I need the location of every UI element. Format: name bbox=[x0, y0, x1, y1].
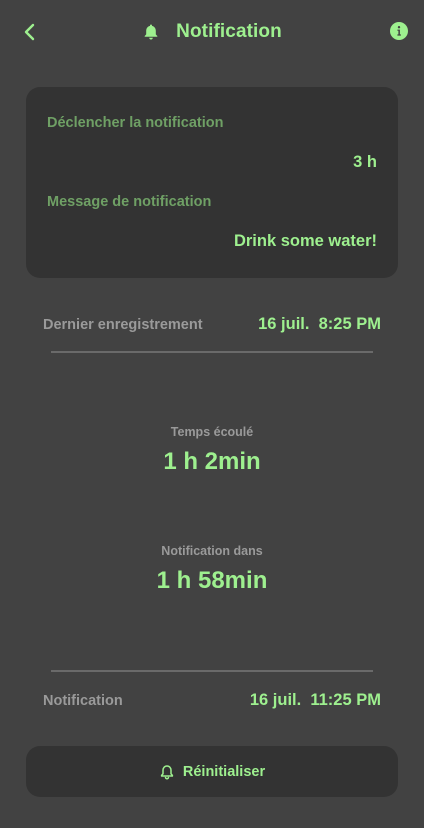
info-button[interactable] bbox=[390, 22, 408, 40]
reset-button-label: Réinitialiser bbox=[182, 763, 266, 780]
reset-button[interactable]: Réinitialiser bbox=[26, 746, 398, 797]
message-label: Message de notification bbox=[47, 194, 212, 210]
bell-icon bbox=[142, 23, 160, 41]
divider-top bbox=[51, 351, 373, 353]
elapsed-label: Temps écoulé bbox=[170, 425, 254, 439]
notification-settings-card[interactable]: Déclencher la notification 3 h Message d… bbox=[26, 87, 398, 278]
message-value[interactable]: Drink some water! bbox=[234, 232, 377, 251]
last-record-value: 16 juil. 8:25 PM bbox=[258, 315, 381, 333]
last-record-label: Dernier enregistrement bbox=[43, 317, 203, 333]
next-notification-row: Notification 16 juil. 11:25 PM bbox=[43, 691, 381, 710]
notify-in-label: Notification dans bbox=[161, 544, 263, 558]
divider-bottom bbox=[51, 670, 373, 672]
info-icon bbox=[397, 26, 401, 36]
page-title: Notification bbox=[176, 21, 282, 42]
header-title-group: Notification bbox=[0, 18, 424, 46]
next-notification-value: 16 juil. 11:25 PM bbox=[249, 691, 381, 709]
notify-in-block: Notification dans 1 h 58min bbox=[0, 544, 424, 595]
last-record-row: Dernier enregistrement 16 juil. 8:25 PM bbox=[43, 315, 381, 334]
notify-in-value: 1 h 58min bbox=[156, 567, 268, 594]
trigger-value[interactable]: 3 h bbox=[353, 153, 377, 172]
next-notification-label: Notification bbox=[43, 693, 123, 709]
elapsed-block: Temps écoulé 1 h 2min bbox=[0, 425, 424, 476]
bell-outline-icon bbox=[159, 764, 175, 780]
header: Notification bbox=[0, 0, 424, 64]
trigger-label: Déclencher la notification bbox=[47, 115, 224, 131]
elapsed-value: 1 h 2min bbox=[163, 448, 261, 475]
